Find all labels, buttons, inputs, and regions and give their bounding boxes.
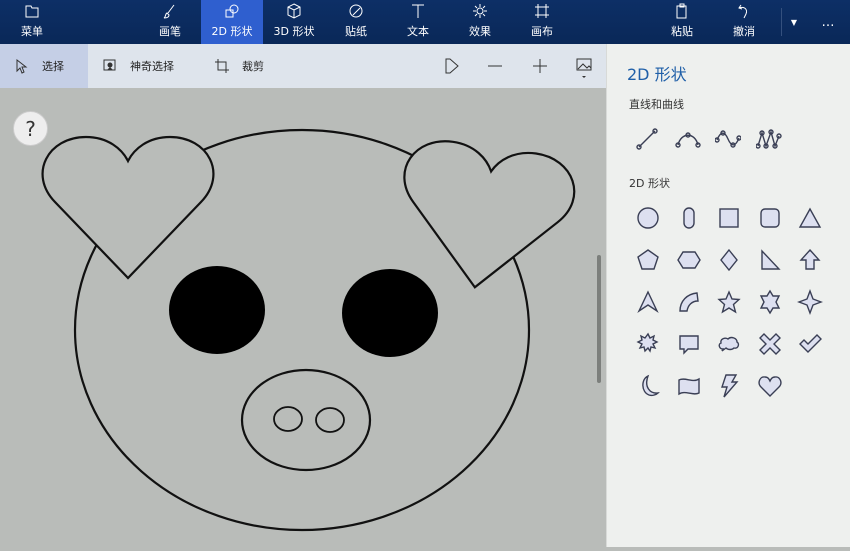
arrow-up-icon[interactable] xyxy=(797,247,823,273)
pointer-arrow-icon[interactable] xyxy=(635,289,661,315)
check-icon[interactable] xyxy=(797,331,823,357)
menu-button[interactable]: 菜单 xyxy=(2,0,62,44)
top-menu-bar: 菜单 画笔 2D 形状 3D 形状 贴纸 文本 效果 画布 粘贴 撤消 ▼ … xyxy=(0,0,850,44)
tab-label: 3D 形状 xyxy=(273,25,315,38)
2d-shapes-icon xyxy=(225,4,239,18)
tab-canvas[interactable]: 画布 xyxy=(511,0,573,44)
brush-icon xyxy=(163,4,175,19)
3d-shapes-icon xyxy=(287,3,301,19)
lightning-icon[interactable] xyxy=(716,373,742,399)
square-icon[interactable] xyxy=(716,205,742,231)
tab-label: 文本 xyxy=(407,25,429,38)
cross-icon[interactable] xyxy=(757,331,783,357)
tab-label: 画布 xyxy=(531,25,553,38)
cursor-icon xyxy=(16,58,28,74)
hexagon-icon[interactable] xyxy=(676,247,702,273)
rounded-square-icon[interactable] xyxy=(757,205,783,231)
star4-icon[interactable] xyxy=(797,289,823,315)
flag-icon[interactable] xyxy=(443,57,461,75)
menu-label: 菜单 xyxy=(21,25,43,38)
multi-curve-icon[interactable] xyxy=(755,126,782,152)
s-curve-icon[interactable] xyxy=(715,126,741,152)
canvas-icon xyxy=(535,4,549,18)
thought-bubble-icon[interactable] xyxy=(716,331,742,357)
dropdown-chevron-icon[interactable]: ▼ xyxy=(782,0,806,44)
vertical-scrollbar[interactable] xyxy=(597,255,601,383)
tab-label: 2D 形状 xyxy=(211,25,253,38)
snout xyxy=(240,368,372,472)
line-icon[interactable] xyxy=(634,126,660,152)
toolbar: 选择 神奇选择 裁剪 xyxy=(0,44,606,88)
heart-icon[interactable] xyxy=(757,373,783,399)
undo-button[interactable]: 撤消 xyxy=(714,0,774,44)
tab-sticker[interactable]: 贴纸 xyxy=(325,0,387,44)
zoom-in-icon[interactable] xyxy=(531,57,549,75)
magic-select-tool[interactable]: 神奇选择 xyxy=(88,44,188,88)
lines-heading: 直线和曲线 xyxy=(629,98,684,111)
undo-icon xyxy=(738,4,747,19)
right-nostril xyxy=(315,407,345,433)
panel-title: 2D 形状 xyxy=(627,65,687,84)
left-eye xyxy=(169,266,265,354)
magic-select-icon xyxy=(103,59,116,71)
effects-icon xyxy=(473,4,487,18)
triangle-icon[interactable] xyxy=(797,205,823,231)
sticker-icon xyxy=(349,4,363,18)
shapes-heading: 2D 形状 xyxy=(629,177,670,190)
crop-label: 裁剪 xyxy=(242,60,264,73)
pig-drawing xyxy=(41,128,576,532)
arc-icon[interactable] xyxy=(676,289,702,315)
paste-label: 粘贴 xyxy=(671,25,693,38)
star5-icon[interactable] xyxy=(716,289,742,315)
more-button[interactable]: … xyxy=(808,0,848,44)
text-icon xyxy=(412,4,424,18)
tab-3d-shapes[interactable]: 3D 形状 xyxy=(263,0,325,44)
tab-2d-shapes[interactable]: 2D 形状 xyxy=(201,0,263,44)
right-ear-heart xyxy=(403,140,576,289)
curve-icon[interactable] xyxy=(674,126,701,152)
tab-effects[interactable]: 效果 xyxy=(449,0,511,44)
drawing-canvas[interactable] xyxy=(0,88,606,547)
star6-icon[interactable] xyxy=(757,289,783,315)
left-ear-heart xyxy=(41,135,215,280)
left-nostril xyxy=(273,406,303,432)
tab-brush[interactable]: 画笔 xyxy=(139,0,201,44)
burst-icon[interactable] xyxy=(635,331,661,357)
select-label: 选择 xyxy=(42,60,64,73)
circle-icon[interactable] xyxy=(635,205,661,231)
right-triangle-icon[interactable] xyxy=(757,247,783,273)
magic-select-label: 神奇选择 xyxy=(130,60,174,73)
tab-text[interactable]: 文本 xyxy=(387,0,449,44)
pentagon-icon[interactable] xyxy=(635,247,661,273)
moon-icon[interactable] xyxy=(635,373,661,399)
crop-icon xyxy=(215,59,229,73)
view-image-icon[interactable] xyxy=(575,57,593,81)
zoom-out-icon[interactable] xyxy=(486,57,504,75)
select-tool[interactable]: 选择 xyxy=(0,44,88,88)
folder-icon xyxy=(25,5,39,18)
shapes-panel: 2D 形状 直线和曲线 2D 形状 xyxy=(606,44,850,547)
paste-button[interactable]: 粘贴 xyxy=(652,0,712,44)
tab-label: 画笔 xyxy=(159,25,181,38)
capsule-icon[interactable] xyxy=(676,205,702,231)
speech-bubble-icon[interactable] xyxy=(676,331,702,357)
banner-icon[interactable] xyxy=(676,373,702,399)
tab-label: 贴纸 xyxy=(345,25,367,38)
paste-icon xyxy=(676,3,687,19)
help-button[interactable]: ? xyxy=(13,111,48,146)
undo-label: 撤消 xyxy=(733,25,755,38)
diamond-icon[interactable] xyxy=(716,247,742,273)
tab-label: 效果 xyxy=(469,25,491,38)
right-eye xyxy=(342,269,438,357)
crop-tool[interactable]: 裁剪 xyxy=(200,44,278,88)
